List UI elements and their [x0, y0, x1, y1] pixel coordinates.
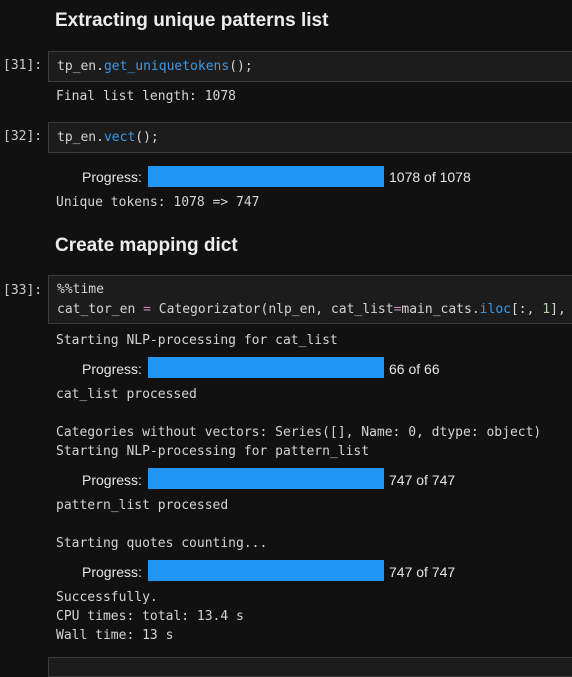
- progress-label: Progress:: [82, 361, 142, 377]
- cell-output-31: Final list length: 1078: [56, 89, 237, 104]
- progress-label: Progress:: [82, 169, 142, 185]
- output-line: Starting NLP-processing for pattern_list: [56, 444, 370, 459]
- section-heading-extract: Extracting unique patterns list: [55, 10, 329, 31]
- output-line: Starting quotes counting...: [56, 536, 268, 551]
- progress-bar-fill: [148, 560, 384, 581]
- output-line: cat_list processed: [56, 387, 197, 402]
- progress-bar-fill: [148, 166, 384, 187]
- output-line: Starting NLP-processing for cat_list: [56, 333, 338, 348]
- cell-prompt-31: [31]:: [3, 58, 43, 73]
- progress-count: 747 of 747: [389, 564, 456, 580]
- section-heading-mapping: Create mapping dict: [55, 235, 238, 256]
- output-line: CPU times: total: 13.4 s: [56, 609, 244, 624]
- output-line: Wall time: 13 s: [56, 628, 174, 643]
- code-cell-32[interactable]: tp_en.vect();: [48, 122, 572, 153]
- progress-label: Progress:: [82, 564, 142, 580]
- code-line-magic[interactable]: %%time: [57, 282, 104, 297]
- code-line[interactable]: tp_en.get_uniquetokens();: [57, 59, 253, 74]
- code-cell-31[interactable]: tp_en.get_uniquetokens();: [48, 51, 572, 82]
- output-line: Successfully.: [56, 590, 158, 605]
- progress-count: 747 of 747: [389, 472, 456, 488]
- code-line-categorizator[interactable]: cat_tor_en = Categorizator(nlp_en, cat_l…: [57, 302, 566, 317]
- progress-bar: [148, 357, 384, 378]
- progress-count: 66 of 66: [389, 361, 440, 377]
- progress-bar: [148, 560, 384, 581]
- cell-prompt-33: [33]:: [3, 283, 43, 298]
- code-cell-33[interactable]: %%time cat_tor_en = Categorizator(nlp_en…: [48, 275, 572, 324]
- cell-prompt-32: [32]:: [3, 129, 43, 144]
- progress-bar-fill: [148, 468, 384, 489]
- code-cell-next[interactable]: [48, 657, 572, 677]
- output-line: Categories without vectors: Series([], N…: [56, 425, 542, 440]
- cell-output-32: Unique tokens: 1078 => 747: [56, 195, 260, 210]
- progress-count: 1078 of 1078: [389, 169, 471, 185]
- progress-bar: [148, 468, 384, 489]
- progress-bar: [148, 166, 384, 187]
- progress-bar-fill: [148, 357, 384, 378]
- code-line[interactable]: tp_en.vect();: [57, 130, 159, 145]
- progress-label: Progress:: [82, 472, 142, 488]
- output-line: pattern_list processed: [56, 498, 229, 513]
